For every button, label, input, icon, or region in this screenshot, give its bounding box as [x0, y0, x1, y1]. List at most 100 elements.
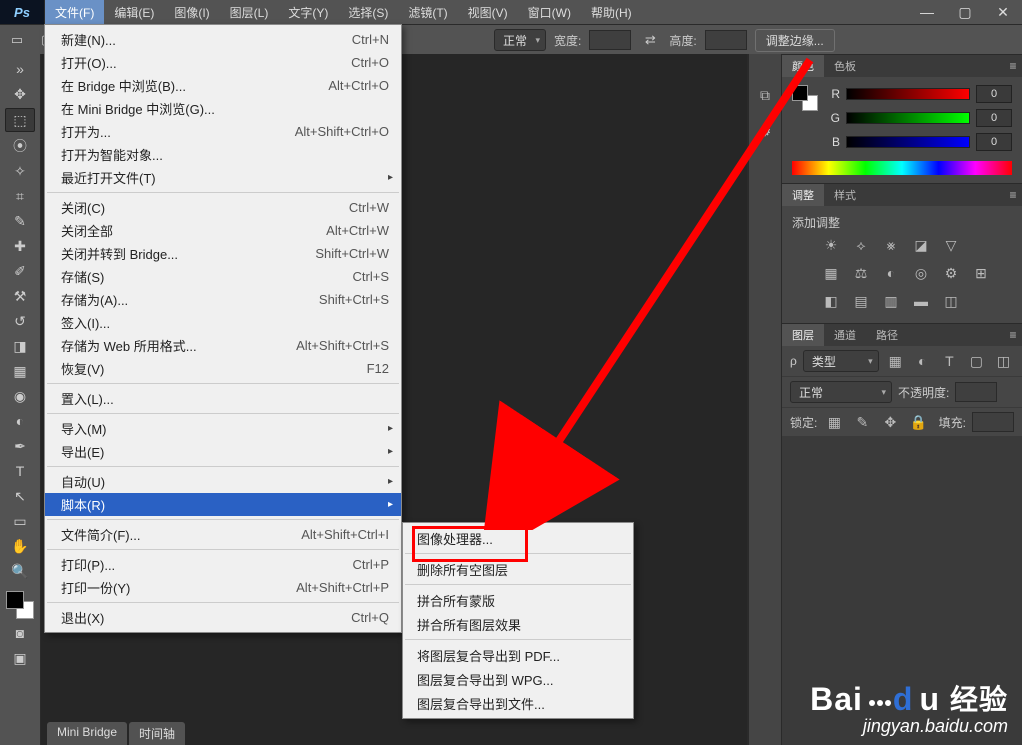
height-field[interactable]	[705, 30, 747, 50]
tab-timeline[interactable]: 时间轴	[129, 722, 185, 745]
path-tool[interactable]: ↖	[6, 485, 34, 507]
filter-shape-icon[interactable]: ▢	[966, 351, 987, 371]
tab-styles[interactable]: 样式	[824, 184, 866, 206]
menu-item-revert[interactable]: 恢复(V)F12	[45, 357, 401, 380]
healing-brush-tool[interactable]: ✚	[6, 235, 34, 257]
menu-type[interactable]: 文字(Y)	[278, 0, 338, 24]
menu-item-automate[interactable]: 自动(U)	[45, 470, 401, 493]
submenu-flatten-layer-fx[interactable]: 拼合所有图层效果	[403, 612, 633, 636]
menu-item-file-info[interactable]: 文件简介(F)...Alt+Shift+Ctrl+I	[45, 523, 401, 546]
menu-item-open[interactable]: 打开(O)...Ctrl+O	[45, 51, 401, 74]
menu-item-new[interactable]: 新建(N)...Ctrl+N	[45, 28, 401, 51]
layer-filter-dropdown[interactable]: 类型	[803, 350, 879, 372]
menu-window[interactable]: 窗口(W)	[518, 0, 581, 24]
menu-item-checkin[interactable]: 签入(I)...	[45, 311, 401, 334]
fill-field[interactable]	[972, 412, 1014, 432]
text-tool[interactable]: T	[6, 460, 34, 482]
menu-item-scripts[interactable]: 脚本(R)	[45, 493, 401, 516]
adj-vibrance-icon[interactable]: ▽	[940, 235, 962, 255]
foreground-background-swatch[interactable]	[6, 591, 34, 619]
tab-channels[interactable]: 通道	[824, 324, 866, 346]
adj-brightness-icon[interactable]: ☀	[820, 235, 842, 255]
menu-layer[interactable]: 图层(L)	[220, 0, 279, 24]
menu-item-open-as[interactable]: 打开为...Alt+Shift+Ctrl+O	[45, 120, 401, 143]
panel-menu-icon[interactable]: ≡	[1004, 324, 1022, 346]
width-field[interactable]	[589, 30, 631, 50]
eyedropper-tool[interactable]: ✎	[6, 210, 34, 232]
lock-pixels-icon[interactable]: ✎	[851, 412, 873, 432]
lasso-tool[interactable]: ⦿	[6, 135, 34, 157]
b-slider[interactable]	[846, 136, 970, 148]
submenu-export-comps-pdf[interactable]: 将图层复合导出到 PDF...	[403, 643, 633, 667]
menu-file[interactable]: 文件(F)	[45, 0, 104, 24]
panel-menu-icon[interactable]: ≡	[1004, 184, 1022, 206]
adj-selective-color-icon[interactable]: ◫	[940, 291, 962, 311]
lock-position-icon[interactable]: ✥	[879, 412, 901, 432]
menu-item-exit[interactable]: 退出(X)Ctrl+Q	[45, 606, 401, 629]
menu-item-close-goto-bridge[interactable]: 关闭并转到 Bridge...Shift+Ctrl+W	[45, 242, 401, 265]
g-slider[interactable]	[846, 112, 970, 124]
shape-tool[interactable]: ▭	[6, 510, 34, 532]
menu-filter[interactable]: 滤镜(T)	[398, 0, 457, 24]
magic-wand-tool[interactable]: ✧	[6, 160, 34, 182]
properties-panel-icon[interactable]: ⚙	[754, 120, 776, 142]
adj-gradient-map-icon[interactable]: ▬	[910, 291, 932, 311]
menu-item-browse-mini-bridge[interactable]: 在 Mini Bridge 中浏览(G)...	[45, 97, 401, 120]
menu-image[interactable]: 图像(I)	[164, 0, 219, 24]
brush-tool[interactable]: ✐	[6, 260, 34, 282]
refine-edge-button[interactable]: 调整边缘...	[755, 29, 835, 52]
b-value[interactable]: 0	[976, 133, 1012, 151]
history-brush-tool[interactable]: ↺	[6, 310, 34, 332]
adj-invert-icon[interactable]: ◧	[820, 291, 842, 311]
screen-mode-icon[interactable]: ▣	[6, 647, 34, 669]
submenu-export-comps-wpg[interactable]: 图层复合导出到 WPG...	[403, 667, 633, 691]
adj-lut-icon[interactable]: ⊞	[970, 263, 992, 283]
tool-preset-icon[interactable]: ▭	[6, 29, 28, 51]
zoom-tool[interactable]: 🔍	[6, 560, 34, 582]
blur-tool[interactable]: ◉	[6, 385, 34, 407]
menu-item-close-all[interactable]: 关闭全部Alt+Ctrl+W	[45, 219, 401, 242]
blend-mode-dropdown[interactable]: 正常	[790, 381, 892, 403]
g-value[interactable]: 0	[976, 109, 1012, 127]
adj-exposure-icon[interactable]: ◪	[910, 235, 932, 255]
opacity-field[interactable]	[955, 382, 997, 402]
maximize-icon[interactable]: ▢	[946, 0, 984, 24]
color-fgbg-swatch[interactable]	[792, 85, 818, 111]
tab-layers[interactable]: 图层	[782, 324, 824, 346]
menu-item-print[interactable]: 打印(P)...Ctrl+P	[45, 553, 401, 576]
quick-mask-icon[interactable]: ◙	[6, 622, 34, 644]
filter-text-icon[interactable]: T	[939, 351, 960, 371]
menu-edit[interactable]: 编辑(E)	[104, 0, 164, 24]
submenu-flatten-masks[interactable]: 拼合所有蒙版	[403, 588, 633, 612]
marquee-tool[interactable]: ⬚	[5, 108, 35, 132]
panel-menu-icon[interactable]: ≡	[1004, 55, 1022, 77]
menu-item-place[interactable]: 置入(L)...	[45, 387, 401, 410]
adj-curves-icon[interactable]: ⨳	[880, 235, 902, 255]
r-slider[interactable]	[846, 88, 970, 100]
adj-threshold-icon[interactable]: ▥	[880, 291, 902, 311]
pen-tool[interactable]: ✒	[6, 435, 34, 457]
menu-item-print-one[interactable]: 打印一份(Y)Alt+Shift+Ctrl+P	[45, 576, 401, 599]
hand-tool[interactable]: ✋	[6, 535, 34, 557]
minimize-icon[interactable]: —	[908, 0, 946, 24]
menu-item-save[interactable]: 存储(S)Ctrl+S	[45, 265, 401, 288]
close-icon[interactable]: ✕	[984, 0, 1022, 24]
tab-mini-bridge[interactable]: Mini Bridge	[47, 722, 127, 745]
move-tool[interactable]: ✥	[6, 83, 34, 105]
submenu-image-processor[interactable]: 图像处理器...	[403, 526, 633, 550]
mode-dropdown[interactable]: 正常	[494, 29, 546, 51]
menu-item-import[interactable]: 导入(M)	[45, 417, 401, 440]
menu-item-save-for-web[interactable]: 存储为 Web 所用格式...Alt+Shift+Ctrl+S	[45, 334, 401, 357]
filter-pixel-icon[interactable]: ▦	[885, 351, 906, 371]
eraser-tool[interactable]: ◨	[6, 335, 34, 357]
adj-bw-icon[interactable]: ◐	[880, 263, 902, 283]
expand-toolbox-icon[interactable]: »	[6, 58, 34, 80]
menu-item-open-recent[interactable]: 最近打开文件(T)	[45, 166, 401, 189]
r-value[interactable]: 0	[976, 85, 1012, 103]
adj-photo-filter-icon[interactable]: ◎	[910, 263, 932, 283]
tab-adjustments[interactable]: 调整	[782, 184, 824, 206]
clone-stamp-tool[interactable]: ⚒	[6, 285, 34, 307]
swap-wh-icon[interactable]: ⇄	[639, 29, 661, 51]
menu-view[interactable]: 视图(V)	[458, 0, 518, 24]
spectrum-bar[interactable]	[792, 161, 1012, 175]
